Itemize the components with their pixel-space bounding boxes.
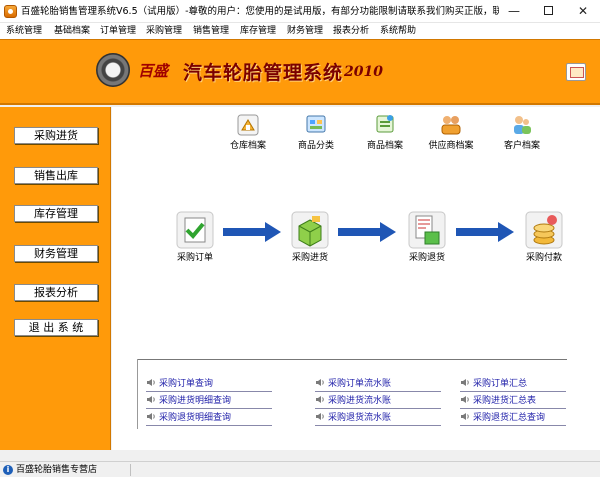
report-link-label: 采购订单查询 xyxy=(159,379,214,389)
sidebar-item-purchase[interactable]: 采购进货 xyxy=(14,127,98,144)
purchase-receive-icon xyxy=(291,211,329,249)
menu-finance[interactable]: 财务管理 xyxy=(287,24,323,38)
sidebar-item-exit[interactable]: 退 出 系 统 xyxy=(14,319,98,336)
flow-arrow-icon xyxy=(223,222,281,242)
report-divider xyxy=(137,359,567,360)
archive-category[interactable]: 商品分类 xyxy=(286,112,346,152)
settings-icon[interactable] xyxy=(566,63,586,81)
archive-customer[interactable]: 客户档案 xyxy=(492,112,552,152)
report-link[interactable]: 采购订单汇总 xyxy=(460,378,566,392)
report-link[interactable]: 采购进货明细查询 xyxy=(146,395,272,409)
speaker-icon xyxy=(316,413,324,420)
report-link-label: 采购进货汇总表 xyxy=(473,396,537,406)
archive-warehouse-label: 仓库档案 xyxy=(229,141,266,151)
report-link-label: 采购退货汇总查询 xyxy=(473,413,546,423)
report-link-label: 采购订单汇总 xyxy=(473,379,528,389)
sidebar-item-reports[interactable]: 报表分析 xyxy=(14,284,98,301)
report-link[interactable]: 采购订单流水账 xyxy=(315,378,441,392)
report-link-label: 采购退货明细查询 xyxy=(159,413,232,423)
speaker-icon xyxy=(316,379,324,386)
flow-purchase-receive-label: 采购进货 xyxy=(291,253,328,263)
report-link-label: 采购进货明细查询 xyxy=(159,396,232,406)
report-link[interactable]: 采购进货流水账 xyxy=(315,395,441,409)
flow-purchase-order-label: 采购订单 xyxy=(176,253,213,263)
speaker-icon xyxy=(461,396,469,403)
menu-orders[interactable]: 订单管理 xyxy=(100,24,136,38)
menu-system[interactable]: 系统管理 xyxy=(6,24,42,38)
flow-purchase-order[interactable]: 采购订单 xyxy=(163,210,227,264)
archive-supplier-label: 供应商档案 xyxy=(428,141,474,151)
customer-icon xyxy=(514,116,531,134)
report-link[interactable]: 采购退货汇总查询 xyxy=(460,412,566,426)
info-icon: i xyxy=(3,465,13,475)
archive-product-label: 商品档案 xyxy=(366,141,403,151)
archive-customer-label: 客户档案 xyxy=(503,141,540,151)
flow-purchase-return-label: 采购退货 xyxy=(408,253,445,263)
flow-arrow-icon xyxy=(456,222,514,242)
banner-title: 汽车轮胎管理系统 xyxy=(183,62,344,84)
sidebar-item-inventory[interactable]: 库存管理 xyxy=(14,205,98,222)
archive-product[interactable]: 商品档案 xyxy=(355,112,415,152)
report-link-label: 采购进货流水账 xyxy=(328,396,392,406)
flow-purchase-return[interactable]: 采购退货 xyxy=(395,210,459,264)
report-link[interactable]: 采购进货汇总表 xyxy=(460,395,566,409)
report-link-label: 采购退货流水账 xyxy=(328,413,392,423)
menu-sales[interactable]: 销售管理 xyxy=(193,24,229,38)
flow-purchase-payment[interactable]: 采购付款 xyxy=(512,210,576,264)
report-border xyxy=(137,359,138,429)
flow-purchase-payment-label: 采购付款 xyxy=(525,253,562,263)
category-icon xyxy=(306,115,326,133)
archive-category-label: 商品分类 xyxy=(297,141,334,151)
window-title: 百盛轮胎销售管理系统V6.5（试用版）-尊敬的用户：您使用的是试用版，有部分功能… xyxy=(21,6,499,17)
status-divider xyxy=(130,464,131,476)
menu-purchase[interactable]: 采购管理 xyxy=(146,24,182,38)
status-text: 百盛轮胎销售专营店 xyxy=(16,465,98,475)
archive-warehouse[interactable]: 仓库档案 xyxy=(218,112,278,152)
flow-purchase-receive[interactable]: 采购进货 xyxy=(278,210,342,264)
report-link-label: 采购订单流水账 xyxy=(328,379,392,389)
report-link[interactable]: 采购订单查询 xyxy=(146,378,272,392)
supplier-icon xyxy=(441,116,461,135)
maximize-button[interactable] xyxy=(531,0,565,23)
app-icon xyxy=(4,5,17,18)
brand-name: 百盛 xyxy=(138,62,169,80)
sidebar-item-sales[interactable]: 销售出库 xyxy=(14,167,98,184)
report-link[interactable]: 采购退货流水账 xyxy=(315,412,441,426)
report-link[interactable]: 采购退货明细查询 xyxy=(146,412,272,426)
sidebar-item-finance[interactable]: 财务管理 xyxy=(14,245,98,262)
purchase-payment-icon xyxy=(525,211,563,249)
warehouse-icon xyxy=(237,114,259,136)
speaker-icon xyxy=(461,413,469,420)
close-button[interactable]: ✕ xyxy=(566,0,600,23)
purchase-order-icon xyxy=(176,211,214,249)
menu-help[interactable]: 系统帮助 xyxy=(380,24,416,38)
menu-bar: 系统管理 基础档案 订单管理 采购管理 销售管理 库存管理 财务管理 报表分析 … xyxy=(0,23,600,39)
menu-reports[interactable]: 报表分析 xyxy=(333,24,369,38)
tire-logo-icon xyxy=(96,53,130,87)
menu-inventory[interactable]: 库存管理 xyxy=(240,24,276,38)
product-icon xyxy=(376,115,394,133)
speaker-icon xyxy=(461,379,469,386)
sidebar: 采购进货 销售出库 库存管理 财务管理 报表分析 退 出 系 统 xyxy=(0,107,111,450)
speaker-icon xyxy=(147,396,155,403)
status-bar: i 百盛轮胎销售专营店 xyxy=(0,461,600,477)
speaker-icon xyxy=(147,379,155,386)
archive-supplier[interactable]: 供应商档案 xyxy=(421,112,481,152)
flow-arrow-icon xyxy=(338,222,396,242)
purchase-return-icon xyxy=(408,211,446,249)
banner-year: 2010 xyxy=(344,64,383,80)
speaker-icon xyxy=(147,413,155,420)
title-bar: 百盛轮胎销售管理系统V6.5（试用版）-尊敬的用户：您使用的是试用版，有部分功能… xyxy=(0,0,600,23)
speaker-icon xyxy=(316,396,324,403)
menu-basic-archives[interactable]: 基础档案 xyxy=(54,24,90,38)
maximize-icon xyxy=(543,6,553,15)
minimize-button[interactable]: — xyxy=(497,0,531,23)
